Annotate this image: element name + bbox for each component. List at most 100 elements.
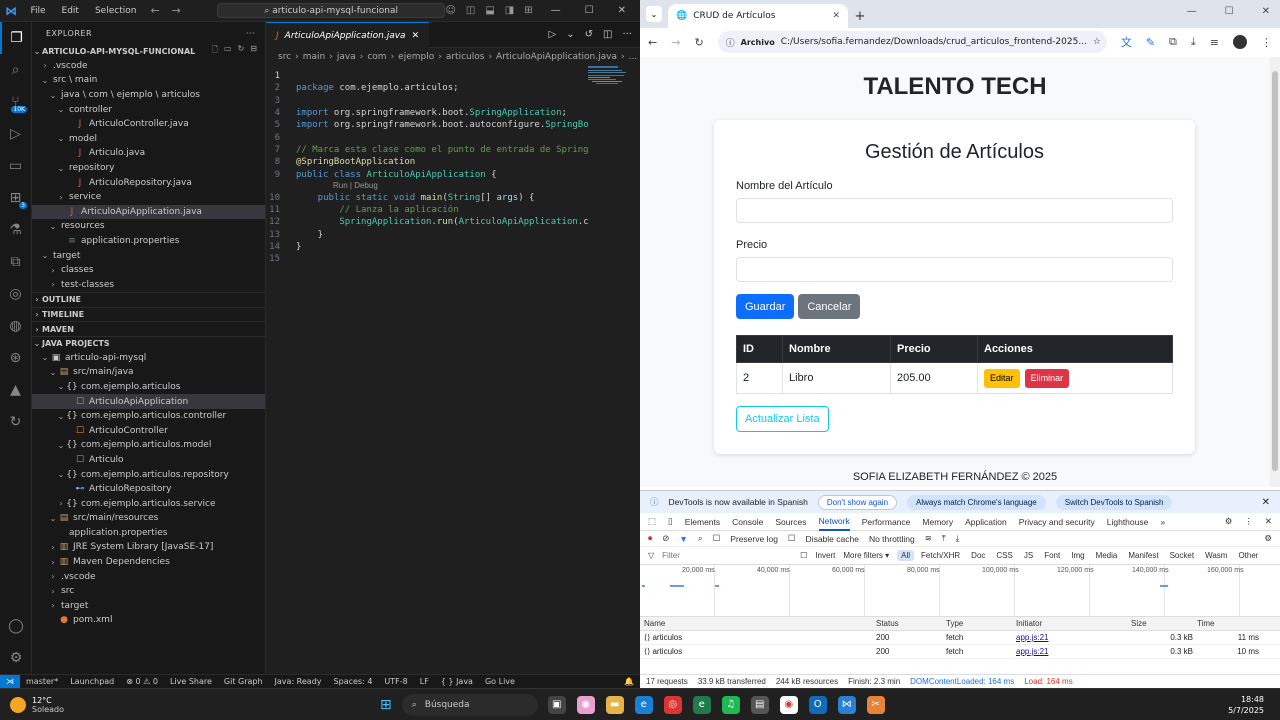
request-initiator[interactable]: app.js:21 <box>1012 647 1127 656</box>
java-project-item[interactable]: ⌄{} com.ejemplo.articulos.repository <box>32 467 265 482</box>
gitlens-icon[interactable]: ⊛ <box>0 342 31 374</box>
breadcrumb-item[interactable]: articulos <box>446 52 485 62</box>
timeline-icon[interactable]: ↺ <box>585 29 593 40</box>
breadcrumb-item[interactable]: ejemplo <box>398 52 434 62</box>
tree-item[interactable]: ⌄ controller <box>32 102 265 117</box>
java-project-item[interactable]: ☐ Articulo <box>32 453 265 468</box>
address-bar[interactable]: ⓘ Archivo C:/Users/sofia.fernandez/Downl… <box>717 31 1107 53</box>
section-timeline[interactable]: › TIMELINE <box>32 306 265 322</box>
col-initiator[interactable]: Initiator <box>1012 619 1127 628</box>
section-java-projects[interactable]: ⌄ JAVA PROJECTS <box>32 335 265 351</box>
profile-avatar[interactable] <box>1233 35 1247 49</box>
remote-indicator-icon[interactable]: ⋊ <box>0 674 20 689</box>
filter-funnel-icon[interactable]: ▼ <box>679 534 687 544</box>
breadcrumb-item[interactable]: com <box>367 52 386 62</box>
status-launchpad[interactable]: Launchpad <box>64 677 120 686</box>
filter-chip[interactable]: JS <box>1020 550 1037 561</box>
back-arrow-icon[interactable]: ← <box>648 36 657 49</box>
section-maven[interactable]: › MAVEN <box>32 321 265 336</box>
more-tabs-icon[interactable]: » <box>1160 517 1165 527</box>
filter-chip[interactable]: Socket <box>1166 550 1198 561</box>
tree-item[interactable]: ⌄ repository <box>32 161 265 176</box>
scrollbar-thumb[interactable] <box>1272 71 1278 471</box>
live-share-icon[interactable]: ↻ <box>0 406 31 438</box>
tree-item[interactable]: J ArticuloApiApplication.java <box>32 204 265 220</box>
actualizar-lista-button[interactable]: Actualizar Lista <box>736 406 829 432</box>
status-live-share[interactable]: Live Share <box>164 677 218 686</box>
minimize-icon[interactable]: — <box>551 5 561 16</box>
tab-network[interactable]: Network <box>818 513 850 531</box>
tab-crud-articulos[interactable]: 🌐 CRUD de Artículos ✕ <box>668 4 848 28</box>
tree-item[interactable]: ⌄ target <box>32 248 265 263</box>
status-go-live[interactable]: Go Live <box>479 677 521 686</box>
table-row[interactable]: ⟨⟩ articulos 200 fetch app.js:21 0.3 kB 11 ms <box>640 631 1280 645</box>
table-row[interactable]: ⟨⟩ articulos 200 fetch app.js:21 0.3 kB 10 ms <box>640 645 1280 659</box>
tab-sources[interactable]: Sources <box>775 517 806 527</box>
java-project-item[interactable]: ⌄{} com.ejemplo.articulos.controller <box>32 409 265 424</box>
breadcrumb-item[interactable]: main <box>303 52 326 62</box>
clear-icon[interactable]: ⊘ <box>662 533 669 544</box>
notifications-bell-icon[interactable]: 🔔 <box>618 677 640 686</box>
java-project-item[interactable]: ● pom.xml <box>32 613 265 628</box>
status-eol[interactable]: LF <box>414 677 435 686</box>
pen-extension-icon[interactable]: ✎ <box>1146 36 1155 49</box>
tree-item[interactable]: ⌄ src \ main <box>32 73 265 88</box>
forward-arrow-icon[interactable]: → <box>166 4 187 17</box>
layout-sidebar-icon[interactable]: ◫ <box>466 5 475 16</box>
reload-icon[interactable]: ↻ <box>694 36 703 49</box>
java-project-item[interactable]: ⌄ ▣ articulo-api-mysql <box>32 350 265 365</box>
filter-chip[interactable]: All <box>897 550 915 561</box>
menu-selection[interactable]: Selection <box>87 6 144 16</box>
filter-chip[interactable]: Doc <box>967 550 989 561</box>
java-project-item[interactable]: ⌄ ▤ src/main/java <box>32 365 265 380</box>
close-devtools-icon[interactable]: ✕ <box>1265 516 1280 527</box>
collapse-all-icon[interactable]: ⊟ <box>250 44 257 58</box>
cancelar-button[interactable]: Cancelar <box>798 294 861 319</box>
section-outline[interactable]: › OUTLINE <box>32 292 265 307</box>
editar-button[interactable]: Editar <box>984 368 1020 388</box>
edge-icon[interactable]: e <box>634 695 653 714</box>
col-type[interactable]: Type <box>942 619 1012 628</box>
tab-lighthouse[interactable]: Lighthouse <box>1107 517 1149 527</box>
java-project-item[interactable]: › target <box>32 599 265 614</box>
source-control-icon[interactable]: ⑂ 10K <box>0 86 31 118</box>
col-time[interactable]: Time <box>1197 619 1267 628</box>
extensions-puzzle-icon[interactable]: ⧉ <box>1169 35 1177 49</box>
search-icon[interactable]: ⌕ <box>0 54 31 86</box>
tree-item[interactable]: › classes <box>32 263 265 278</box>
menu-kebab-icon[interactable]: ⋮ <box>1244 516 1253 527</box>
task-view-icon[interactable]: ▣ <box>547 695 566 714</box>
weather-widget[interactable]: 12°C Soleado <box>0 696 240 714</box>
tree-item[interactable]: J ArticuloController.java <box>32 117 265 132</box>
customize-layout-icon[interactable]: ⊞ <box>524 5 532 16</box>
tree-item[interactable]: ⌄ java \ com \ ejemplo \ articulos <box>32 88 265 103</box>
tree-item[interactable]: J Articulo.java <box>32 146 265 161</box>
java-project-item[interactable]: ⌄ ▤ src/main/resources <box>32 511 265 526</box>
tree-item[interactable]: ⌄ resources <box>32 219 265 234</box>
tree-item[interactable]: › .vscode <box>32 59 265 74</box>
run-icon[interactable]: ▷ <box>549 29 557 40</box>
filter-chip[interactable]: Other <box>1234 550 1262 561</box>
layout-secondary-icon[interactable]: ◨ <box>505 5 514 16</box>
close-icon[interactable]: ✕ <box>1262 497 1280 508</box>
close-tab-icon[interactable]: ✕ <box>832 11 840 21</box>
git-graph-icon[interactable]: ◎ <box>0 278 31 310</box>
col-status[interactable]: Status <box>872 619 942 628</box>
testing-icon[interactable]: ⚗ <box>0 214 31 246</box>
precio-input[interactable] <box>736 257 1173 282</box>
filter-chip[interactable]: Fetch/XHR <box>917 550 964 561</box>
java-project-item[interactable]: ☐ ArticuloController <box>32 423 265 438</box>
new-tab-icon[interactable]: + <box>848 4 872 28</box>
run-debug-icon[interactable]: ▷ <box>0 118 31 150</box>
explorer-icon[interactable]: ❐ <box>0 22 31 54</box>
tab-privacy[interactable]: Privacy and security <box>1019 517 1095 527</box>
taskbar-clock[interactable]: 18:48 5/7/2025 <box>1228 694 1280 716</box>
new-folder-icon[interactable]: ▭ <box>224 44 232 58</box>
more-actions-icon[interactable]: ··· <box>622 29 632 40</box>
notepad-icon[interactable]: ▤ <box>750 695 769 714</box>
status-encoding[interactable]: UTF-8 <box>378 677 413 686</box>
copilot-icon[interactable]: ☺ <box>445 5 455 16</box>
always-match-language-button[interactable]: Always match Chrome's language <box>907 494 1046 510</box>
translate-icon[interactable]: 文 <box>1121 34 1132 50</box>
settings-gear-icon[interactable]: ⚙ <box>0 642 32 674</box>
